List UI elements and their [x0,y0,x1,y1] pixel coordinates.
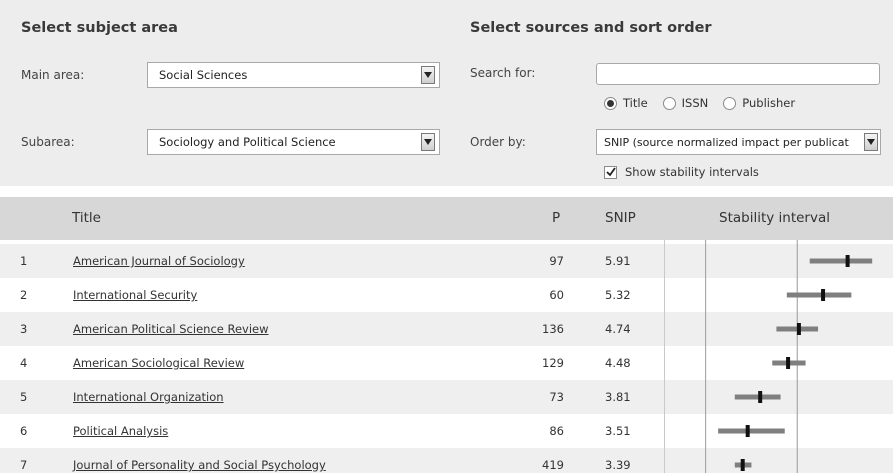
row-rank: 3 [20,322,28,336]
row-rank: 7 [20,458,28,472]
stability-interval-bar [786,292,852,298]
stability-checkbox-row[interactable]: Show stability intervals [604,165,759,179]
journal-title-link[interactable]: International Security [73,278,197,312]
chevron-down-icon[interactable] [421,133,435,151]
chevron-down-icon[interactable] [421,66,435,84]
radio-button[interactable] [723,96,737,110]
journal-title-link[interactable]: American Political Science Review [73,312,269,346]
stability-checkbox[interactable] [604,165,617,179]
journal-title-link[interactable]: American Journal of Sociology [73,244,245,278]
radio-publisher-label: Publisher [742,96,796,110]
stability-interval-bar [734,394,781,400]
row-p-value: 73 [549,390,564,404]
snip-point-marker [745,425,750,437]
checkmark-icon [605,167,616,177]
row-snip-value: 3.81 [605,390,631,404]
row-snip-value: 5.91 [605,254,631,268]
column-header-title[interactable]: Title [72,197,101,240]
row-rank: 4 [20,356,28,370]
chart-row-background [665,448,893,473]
search-input[interactable] [596,63,880,85]
row-snip-value: 5.32 [605,288,631,302]
column-header-stability[interactable]: Stability interval [719,197,830,240]
radio-title[interactable]: Title [604,96,648,110]
row-p-value: 97 [549,254,564,268]
snip-point-marker [740,459,745,471]
stability-interval-bar [718,428,785,434]
row-rank: 6 [20,424,28,438]
order-by-select[interactable]: SNIP (source normalized impact per publi… [596,129,881,155]
stability-interval-chart [664,240,893,473]
subarea-select[interactable]: Sociology and Political Science [147,129,440,155]
snip-point-marker [786,357,791,369]
sources-heading: Select sources and sort order [470,20,712,36]
row-p-value: 129 [542,356,564,370]
row-p-value: 419 [542,458,564,472]
subarea-value: Sociology and Political Science [159,135,336,149]
radio-issn-label: ISSN [681,96,709,110]
stability-checkbox-label: Show stability intervals [625,165,759,179]
row-rank: 5 [20,390,28,404]
column-header-p[interactable]: P [552,197,560,240]
journal-title-link[interactable]: American Sociological Review [73,346,244,380]
row-p-value: 136 [542,322,564,336]
radio-issn[interactable]: ISSN [662,96,709,110]
subarea-label: Subarea: [21,135,75,149]
row-snip-value: 4.74 [605,322,631,336]
table-header: Title P SNIP Stability interval [0,197,893,240]
row-rank: 1 [20,254,28,268]
journal-title-link[interactable]: International Organization [73,380,224,414]
main-area-value: Social Sciences [159,68,248,82]
main-area-label: Main area: [21,68,85,82]
row-p-value: 86 [549,424,564,438]
radio-button[interactable] [604,96,617,110]
snip-point-marker [845,255,850,267]
row-rank: 2 [20,288,28,302]
chevron-down-icon[interactable] [864,133,878,151]
row-snip-value: 3.51 [605,424,631,438]
snip-point-marker [758,391,763,403]
radio-title-label: Title [623,96,648,110]
filter-panel: Select subject area Select sources and s… [0,0,893,186]
stability-interval-bar [809,258,873,264]
snip-point-marker [821,289,826,301]
search-label: Search for: [470,66,536,80]
row-snip-value: 4.48 [605,356,631,370]
order-by-label: Order by: [470,135,526,149]
row-p-value: 60 [549,288,564,302]
search-type-radios: Title ISSN Publisher [604,96,810,110]
order-by-value: SNIP (source normalized impact per publi… [604,135,849,149]
journal-title-link[interactable]: Political Analysis [73,414,168,448]
row-snip-value: 3.39 [605,458,631,472]
column-header-snip[interactable]: SNIP [605,197,636,240]
radio-button[interactable] [662,96,676,110]
main-area-select[interactable]: Social Sciences [147,62,440,88]
journal-title-link[interactable]: Journal of Personality and Social Psycho… [73,448,326,473]
snip-point-marker [796,323,801,335]
subject-area-heading: Select subject area [21,20,178,36]
radio-publisher[interactable]: Publisher [723,96,795,110]
